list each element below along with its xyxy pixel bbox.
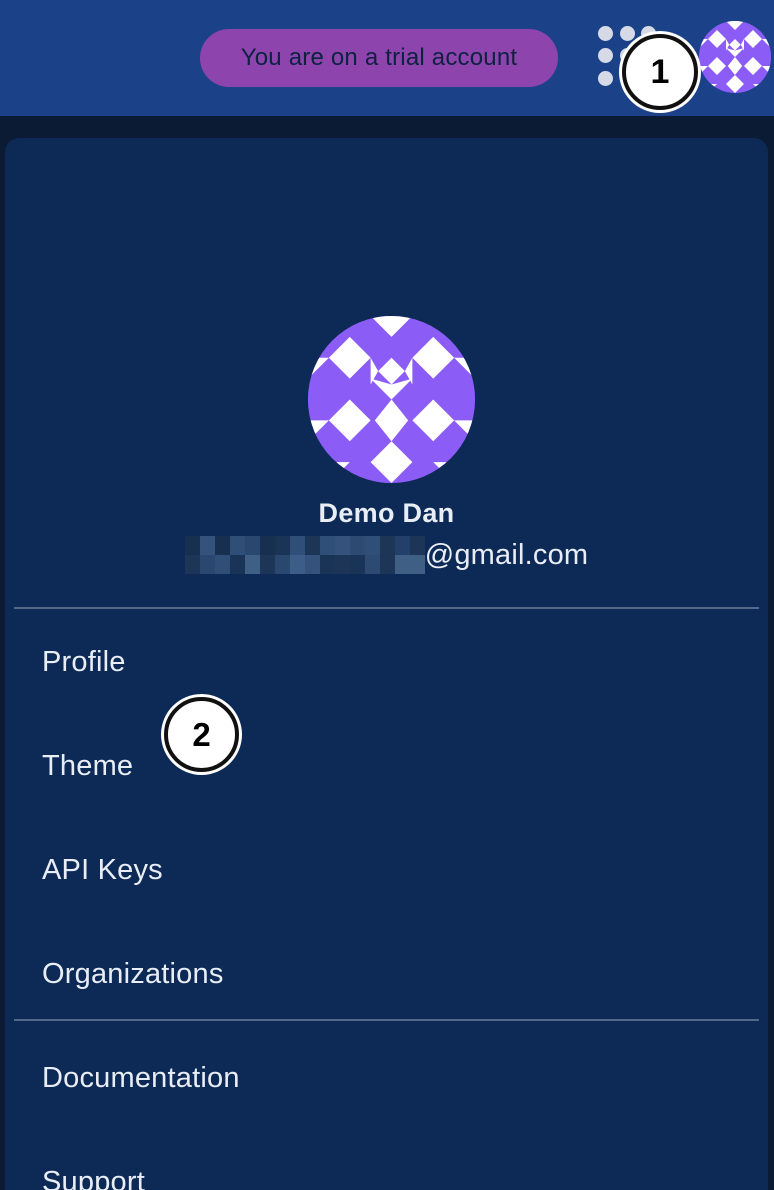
panel-top-gap xyxy=(0,116,774,138)
header-avatar[interactable] xyxy=(699,21,771,93)
redaction-pixel xyxy=(319,555,335,574)
profile-avatar[interactable] xyxy=(308,316,475,483)
redaction-pixel xyxy=(304,555,320,574)
annotation-marker-1: 1 xyxy=(622,34,698,110)
menu-item-theme[interactable]: Theme xyxy=(42,750,133,783)
redaction-pixel xyxy=(394,536,410,555)
grid-dot xyxy=(619,26,635,41)
redaction-pixel xyxy=(229,536,245,555)
redaction-pixel xyxy=(199,555,215,574)
menu-item-documentation[interactable]: Documentation xyxy=(42,1062,240,1095)
redaction-pixel xyxy=(379,555,395,574)
menu-divider-middle xyxy=(14,1019,759,1021)
redaction-pixel xyxy=(379,536,395,555)
grid-dot xyxy=(598,48,613,64)
account-dropdown-panel: Demo Dan @gmail.com Profile Theme API Ke… xyxy=(5,138,768,1190)
redaction-pixel xyxy=(244,555,260,574)
redaction-pixel xyxy=(409,555,425,574)
email-domain: @gmail.com xyxy=(424,538,589,571)
redaction-pixel xyxy=(409,536,425,555)
redaction-pixel xyxy=(289,536,305,555)
email-redaction-mosaic xyxy=(184,536,425,574)
profile-name: Demo Dan xyxy=(318,498,455,528)
redaction-pixel xyxy=(319,536,335,555)
menu-divider-top xyxy=(14,607,759,609)
redaction-pixel xyxy=(214,536,230,555)
menu-item-api-keys[interactable]: API Keys xyxy=(42,854,163,887)
menu-item-profile[interactable]: Profile xyxy=(42,646,126,679)
redaction-pixel xyxy=(274,555,290,574)
redaction-pixel xyxy=(334,555,350,574)
redaction-pixel xyxy=(334,536,350,555)
redaction-pixel xyxy=(259,536,275,555)
redaction-pixel xyxy=(349,555,365,574)
page-right-edge xyxy=(768,116,774,1190)
redaction-pixel xyxy=(304,536,320,555)
redaction-pixel xyxy=(199,536,215,555)
redaction-pixel xyxy=(214,555,230,574)
redaction-pixel xyxy=(364,555,380,574)
redaction-pixel xyxy=(289,555,305,574)
redaction-pixel xyxy=(274,536,290,555)
redaction-pixel xyxy=(229,555,245,574)
redaction-pixel xyxy=(184,536,200,555)
redaction-pixel xyxy=(394,555,410,574)
redaction-pixel xyxy=(364,536,380,555)
annotation-marker-2: 2 xyxy=(164,697,239,772)
redaction-pixel xyxy=(244,536,260,555)
redaction-pixel xyxy=(259,555,275,574)
grid-dot xyxy=(598,26,613,41)
redaction-pixel xyxy=(349,536,365,555)
grid-dot xyxy=(598,70,613,86)
menu-item-organizations[interactable]: Organizations xyxy=(42,958,224,991)
profile-email: @gmail.com xyxy=(5,536,768,574)
trial-account-badge[interactable]: You are on a trial account xyxy=(200,29,558,87)
menu-item-support[interactable]: Support xyxy=(42,1166,145,1190)
account-menu-screen: You are on a trial account Demo Dan @gma… xyxy=(0,0,774,1190)
redaction-pixel xyxy=(184,555,200,574)
